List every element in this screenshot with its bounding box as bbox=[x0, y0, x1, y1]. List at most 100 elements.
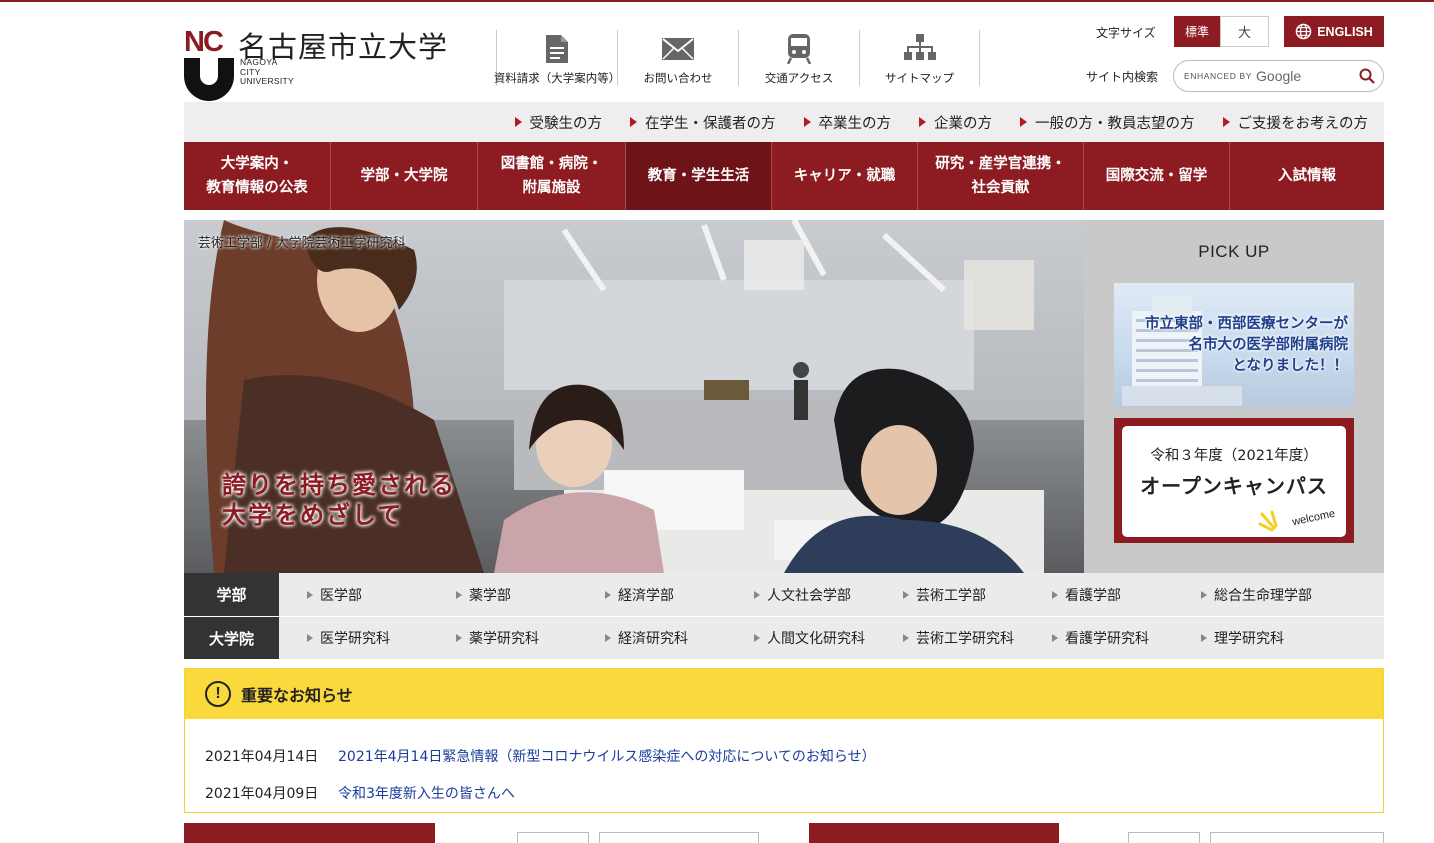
triangle-right-icon bbox=[803, 117, 811, 127]
undergrad-links: 医学部 薬学部 経済学部 人文社会学部 芸術工学部 看護学部 総合生命理学部 bbox=[279, 573, 1384, 616]
graduate-school-link[interactable]: 薬学研究科 bbox=[456, 628, 605, 648]
notices-header: ! 重要なお知らせ bbox=[185, 669, 1383, 719]
section-header-left bbox=[184, 823, 435, 843]
notice-link[interactable]: 2021年4月14日緊急情報（新型コロナウイルス感染症への対応についてのお知らせ… bbox=[338, 746, 876, 766]
open-campus-title: オープンキャンパス bbox=[1140, 474, 1328, 498]
section-tab[interactable] bbox=[1210, 832, 1384, 843]
quick-link-label: お問い合わせ bbox=[643, 71, 713, 85]
search-enhanced-by: ENHANCED BY bbox=[1184, 71, 1253, 81]
quick-link-contact[interactable]: お問い合わせ bbox=[617, 30, 738, 86]
faculty-link[interactable]: 芸術工学部 bbox=[903, 585, 1052, 605]
notice-link[interactable]: 令和3年度新入生の皆さんへ bbox=[338, 783, 515, 803]
search-icon[interactable] bbox=[1359, 68, 1375, 84]
audience-link-applicants[interactable]: 受験生の方 bbox=[514, 112, 602, 133]
top-accent-line bbox=[0, 0, 1434, 2]
notices-title: 重要なお知らせ bbox=[241, 686, 353, 705]
audience-link-alumni[interactable]: 卒業生の方 bbox=[803, 112, 891, 133]
site-search-label: サイト内検索 bbox=[1086, 70, 1159, 84]
triangle-right-icon bbox=[605, 590, 611, 599]
audience-link-students[interactable]: 在学生・保護者の方 bbox=[630, 112, 776, 133]
quick-link-sitemap[interactable]: サイトマップ bbox=[859, 30, 980, 86]
audience-nav: 受験生の方 在学生・保護者の方 卒業生の方 企業の方 一般の方・教員志望の方 ご… bbox=[184, 102, 1384, 142]
triangle-right-icon bbox=[754, 590, 760, 599]
open-campus-year: 令和３年度（2021年度） bbox=[1150, 448, 1318, 464]
nav-admissions[interactable]: 入試情報 bbox=[1230, 142, 1384, 210]
faculty-link[interactable]: 総合生命理学部 bbox=[1201, 585, 1350, 605]
sparkle-icon bbox=[1258, 510, 1278, 532]
triangle-right-icon bbox=[919, 117, 926, 127]
notice-date: 2021年04月14日 bbox=[205, 748, 319, 765]
open-campus-welcome: welcome bbox=[1291, 507, 1337, 529]
notice-date: 2021年04月09日 bbox=[205, 785, 319, 802]
hero-image[interactable]: 芸術工学部 / 大学院芸術工学研究科 誇りを持ち愛される 大学をめざして bbox=[184, 220, 1084, 573]
font-size-standard-button[interactable]: 標準 bbox=[1174, 16, 1220, 47]
faculty-link[interactable]: 看護学部 bbox=[1052, 585, 1201, 605]
graduate-school-link[interactable]: 経済研究科 bbox=[605, 628, 754, 648]
graduate-school-link[interactable]: 看護学研究科 bbox=[1052, 628, 1201, 648]
search-google-brand: Google bbox=[1256, 68, 1302, 84]
triangle-right-icon bbox=[307, 634, 313, 642]
train-icon bbox=[782, 34, 816, 64]
section-header-right bbox=[809, 823, 1059, 843]
grad-header: 大学院 bbox=[184, 617, 279, 659]
triangle-right-icon bbox=[1222, 117, 1230, 127]
main-nav: 大学案内・ 教育情報の公表 学部・大学院 図書館・病院・ 附属施設 教育・学生生活 … bbox=[184, 142, 1384, 210]
audience-link-public[interactable]: 一般の方・教員志望の方 bbox=[1020, 112, 1195, 133]
triangle-right-icon bbox=[1020, 117, 1027, 127]
audience-link-supporters[interactable]: ご支援をお考えの方 bbox=[1222, 112, 1368, 133]
section-tab[interactable] bbox=[517, 832, 589, 843]
logo-letters: NC bbox=[184, 26, 224, 58]
font-size-large-button[interactable]: 大 bbox=[1220, 16, 1269, 47]
faculty-link[interactable]: 医学部 bbox=[307, 585, 456, 605]
pickup-banner-open-campus[interactable]: 令和３年度（2021年度） オープンキャンパス welcome bbox=[1114, 418, 1354, 543]
university-logo[interactable]: NC 名古屋市立大学 NAGOYA CITY UNIVERSITY bbox=[184, 28, 474, 104]
quick-link-access[interactable]: 交通アクセス bbox=[738, 30, 859, 86]
pickup-banner-hospital-text: 市立東部・西部医療センターが 名市大の医学部附属病院 となりました！！ bbox=[1145, 315, 1348, 374]
triangle-right-icon bbox=[514, 117, 522, 127]
faculty-links-table: 学部 医学部 薬学部 経済学部 人文社会学部 芸術工学部 看護学部 総合生命理学… bbox=[184, 573, 1384, 659]
triangle-right-icon bbox=[1052, 634, 1058, 642]
section-tab[interactable] bbox=[1128, 832, 1200, 843]
grad-links: 医学研究科 薬学研究科 経済研究科 人間文化研究科 芸術工学研究科 看護学研究科… bbox=[279, 617, 1384, 659]
nav-international[interactable]: 国際交流・留学 bbox=[1084, 142, 1230, 210]
english-button[interactable]: ENGLISH bbox=[1284, 16, 1384, 47]
quick-link-brochure[interactable]: 資料請求（大学案内等） bbox=[494, 30, 620, 86]
open-campus-card: 令和３年度（2021年度） オープンキャンパス welcome bbox=[1122, 426, 1346, 537]
triangle-right-icon bbox=[903, 590, 909, 599]
section-tab[interactable] bbox=[599, 832, 759, 843]
graduate-school-link[interactable]: 理学研究科 bbox=[1201, 628, 1350, 648]
nav-about[interactable]: 大学案内・ 教育情報の公表 bbox=[184, 142, 331, 210]
logo-name-en: NAGOYA CITY UNIVERSITY bbox=[240, 57, 295, 86]
nav-faculties[interactable]: 学部・大学院 bbox=[331, 142, 478, 210]
notice-item: 2021年04月09日 令和3年度新入生の皆さんへ bbox=[205, 774, 1383, 811]
triangle-right-icon bbox=[456, 634, 462, 642]
mail-icon bbox=[661, 34, 695, 64]
nav-facilities[interactable]: 図書館・病院・ 附属施設 bbox=[478, 142, 626, 210]
triangle-right-icon bbox=[456, 590, 462, 599]
header-quick-links: 資料請求（大学案内等） お問い合わせ 交通アクセス サイトマップ bbox=[494, 30, 980, 86]
faculty-link[interactable]: 人文社会学部 bbox=[754, 585, 903, 605]
logo-mark: NC bbox=[184, 28, 236, 102]
triangle-right-icon bbox=[1201, 590, 1207, 599]
graduate-school-link[interactable]: 医学研究科 bbox=[307, 628, 456, 648]
nav-career[interactable]: キャリア・就職 bbox=[772, 142, 918, 210]
document-icon bbox=[540, 34, 574, 64]
graduate-school-link[interactable]: 人間文化研究科 bbox=[754, 628, 903, 648]
faculty-link[interactable]: 経済学部 bbox=[605, 585, 754, 605]
english-label: ENGLISH bbox=[1317, 24, 1373, 39]
nav-student-life[interactable]: 教育・学生生活 bbox=[626, 142, 772, 210]
nav-research[interactable]: 研究・産学官連携・ 社会貢献 bbox=[918, 142, 1084, 210]
pickup-banner-hospital[interactable]: 市立東部・西部医療センターが 名市大の医学部附属病院 となりました！！ bbox=[1114, 283, 1354, 408]
faculty-link[interactable]: 薬学部 bbox=[456, 585, 605, 605]
site-search-input[interactable]: ENHANCED BY Google bbox=[1173, 60, 1384, 92]
triangle-right-icon bbox=[1201, 634, 1207, 642]
triangle-right-icon bbox=[1052, 590, 1058, 599]
globe-icon bbox=[1295, 23, 1312, 40]
graduate-school-link[interactable]: 芸術工学研究科 bbox=[903, 628, 1052, 648]
pickup-panel: PICK UP 市立東部・西部医療センターが 名市大の医学部附属病院 となりまし… bbox=[1084, 220, 1384, 573]
hero-caption: 芸術工学部 / 大学院芸術工学研究科 bbox=[198, 236, 406, 251]
undergrad-header: 学部 bbox=[184, 573, 279, 616]
audience-link-companies[interactable]: 企業の方 bbox=[919, 112, 992, 133]
triangle-right-icon bbox=[754, 634, 760, 642]
logo-u-shape bbox=[184, 58, 234, 101]
